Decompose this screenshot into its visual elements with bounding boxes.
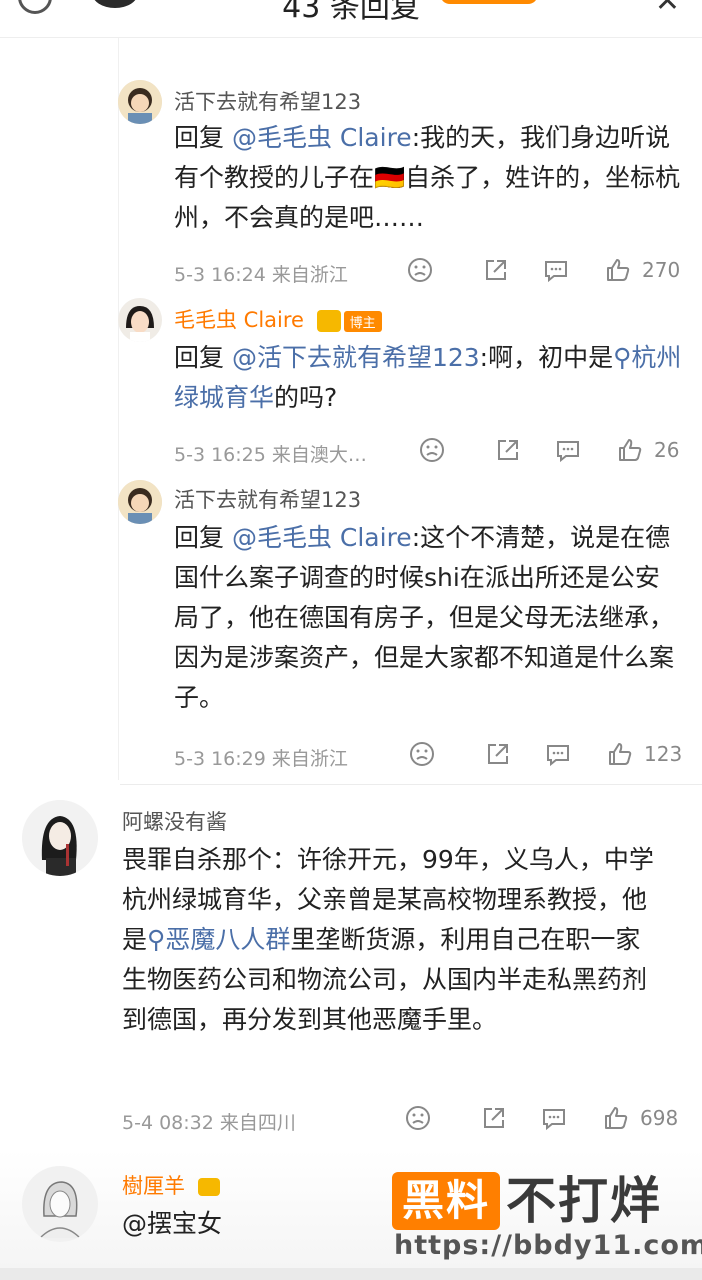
comment-text: 回复 @毛毛虫 Claire:这个不清楚，说是在德国什么案子调查的时候shi在派… bbox=[174, 523, 675, 712]
share-icon bbox=[488, 744, 508, 764]
like-count: 270 bbox=[642, 258, 681, 282]
search-icon: ⚲ bbox=[147, 925, 166, 954]
share-button[interactable] bbox=[482, 256, 510, 284]
dislike-button[interactable] bbox=[408, 740, 436, 768]
thread-line bbox=[118, 38, 119, 780]
comment-meta: 5-3 16:29 来自浙江 bbox=[174, 748, 348, 770]
username[interactable]: 毛毛虫 Claire 博主 bbox=[174, 304, 382, 334]
comment-text: 畏罪自杀那个：许徐开元，99年，义乌人，中学杭州绿城育华，父亲曾是某高校物理系教… bbox=[122, 845, 654, 1034]
comment-button[interactable] bbox=[554, 436, 582, 464]
comment-button[interactable] bbox=[544, 740, 572, 768]
comment-icon bbox=[543, 1109, 565, 1131]
thumbs-up-icon bbox=[609, 743, 632, 765]
share-icon bbox=[486, 260, 506, 280]
thumbs-up-icon bbox=[619, 439, 642, 461]
comment-icon bbox=[545, 261, 567, 283]
share-icon bbox=[484, 1108, 504, 1128]
follow-button[interactable] bbox=[440, 0, 538, 4]
mention-link[interactable]: @毛毛虫 Claire bbox=[232, 523, 412, 552]
bottom-bar bbox=[0, 1268, 702, 1280]
comment-text: 回复 @活下去就有希望123:啊，初中是⚲杭州绿城育华的吗? bbox=[174, 343, 682, 412]
divider bbox=[120, 784, 702, 785]
mention-link[interactable]: @活下去就有希望123 bbox=[232, 343, 480, 372]
watermark-box: 黑料 bbox=[392, 1172, 500, 1230]
dislike-button[interactable] bbox=[418, 436, 446, 464]
comment-button[interactable] bbox=[542, 256, 570, 284]
username[interactable]: 活下去就有希望123 bbox=[174, 86, 361, 116]
search-icon: ⚲ bbox=[613, 343, 632, 372]
comment-meta: 5-4 08:32 来自四川 bbox=[122, 1112, 296, 1134]
close-icon[interactable]: ✕ bbox=[655, 0, 680, 19]
username[interactable]: 樹厘羊 bbox=[122, 1170, 220, 1200]
mention-link[interactable]: @毛毛虫 Claire bbox=[232, 123, 412, 152]
like-button[interactable]: 270 bbox=[604, 256, 680, 284]
avatar[interactable] bbox=[118, 298, 162, 342]
like-count: 123 bbox=[644, 742, 683, 766]
dislike-icon bbox=[420, 438, 444, 462]
username[interactable]: 阿螺没有酱 bbox=[122, 806, 227, 836]
comment-icon bbox=[557, 441, 579, 463]
thumbs-up-icon bbox=[607, 259, 630, 281]
share-button[interactable] bbox=[494, 436, 522, 464]
watermark-url: https://bbdy11.com bbox=[394, 1230, 702, 1261]
crown-icon bbox=[197, 1178, 220, 1196]
avatar[interactable] bbox=[118, 480, 162, 524]
dislike-icon bbox=[406, 1106, 430, 1130]
dislike-button[interactable] bbox=[404, 1104, 432, 1132]
blogger-badge: 博主 bbox=[316, 310, 382, 332]
comment-meta: 5-3 16:24 来自浙江 bbox=[174, 264, 348, 286]
comment-text: @摆宝女 bbox=[122, 1209, 223, 1238]
reply-header: 43 条回复 ✕ bbox=[0, 0, 702, 38]
comment-text: 回复 @毛毛虫 Claire:我的天，我们身边听说有个教授的儿子在🇩🇪自杀了，姓… bbox=[174, 123, 681, 232]
crown-icon bbox=[316, 310, 341, 332]
comment-button[interactable] bbox=[540, 1104, 568, 1132]
dislike-button[interactable] bbox=[406, 256, 434, 284]
like-button[interactable]: 123 bbox=[606, 740, 682, 768]
username[interactable]: 活下去就有希望123 bbox=[174, 484, 361, 514]
page-title: 43 条回复 bbox=[282, 0, 420, 25]
share-button[interactable] bbox=[480, 1104, 508, 1132]
share-button[interactable] bbox=[484, 740, 512, 768]
like-button[interactable]: 698 bbox=[602, 1104, 678, 1132]
like-count: 698 bbox=[640, 1106, 679, 1130]
watermark-text: 不打烊 bbox=[506, 1172, 662, 1230]
comment-meta: 5-3 16:25 来自澳大… bbox=[174, 444, 367, 466]
dislike-icon bbox=[410, 742, 434, 766]
like-count: 26 bbox=[654, 438, 680, 462]
search-link[interactable]: ⚲恶魔八人群 bbox=[147, 925, 290, 954]
thumbs-up-icon bbox=[605, 1107, 628, 1129]
avatar[interactable] bbox=[22, 1166, 98, 1242]
like-button[interactable]: 26 bbox=[616, 436, 679, 464]
share-icon bbox=[498, 440, 518, 460]
comment-icon bbox=[547, 745, 569, 767]
dislike-icon bbox=[408, 258, 432, 282]
avatar[interactable] bbox=[22, 800, 98, 876]
avatar[interactable] bbox=[118, 80, 162, 124]
